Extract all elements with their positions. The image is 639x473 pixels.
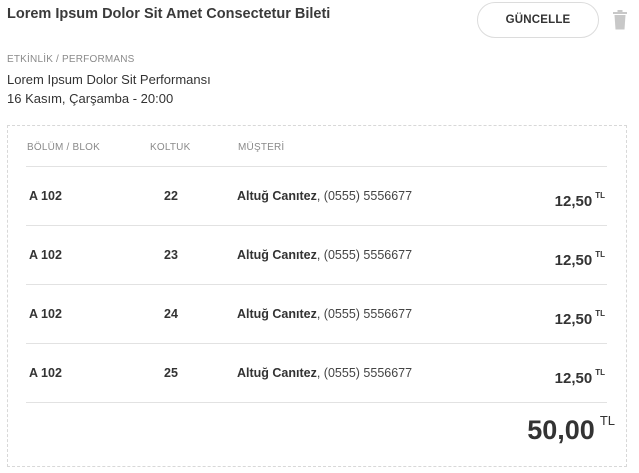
block-cell: A 102 (29, 307, 62, 321)
customer-cell: Altuğ Canıtez, (0555) 5556677 (237, 307, 412, 321)
customer-phone: , (0555) 5556677 (316, 189, 413, 203)
price-currency: TL (595, 309, 605, 318)
event-name: Lorem Ipsum Dolor Sit Performansı (7, 72, 211, 87)
seat-cell: 22 (164, 189, 178, 203)
divider (26, 343, 607, 344)
customer-cell: Altuğ Canıtez, (0555) 5556677 (237, 366, 412, 380)
customer-name: Altuğ Canıtez (237, 248, 317, 262)
divider (26, 284, 607, 285)
table-row: A 102 24 Altuğ Canıtez, (0555) 5556677 1… (26, 307, 607, 365)
customer-name: Altuğ Canıtez (237, 307, 317, 321)
customer-cell: Altuğ Canıtez, (0555) 5556677 (237, 189, 412, 203)
table-row: A 102 22 Altuğ Canıtez, (0555) 5556677 1… (26, 189, 607, 247)
total-value: 50,00 (527, 415, 595, 445)
price-cell: 12,50 TL (555, 368, 605, 387)
price-cell: 12,50 TL (555, 309, 605, 328)
customer-phone: , (0555) 5556677 (316, 307, 413, 321)
block-cell: A 102 (29, 248, 62, 262)
total-currency: TL (599, 413, 615, 428)
seat-cell: 25 (164, 366, 178, 380)
price-value: 12,50 (554, 252, 593, 269)
customer-phone: , (0555) 5556677 (316, 248, 413, 262)
column-header-seat: KOLTUK (150, 142, 191, 153)
seat-cell: 23 (164, 248, 178, 262)
ticket-title: Lorem Ipsum Dolor Sit Amet Consectetur B… (7, 6, 331, 22)
price-currency: TL (595, 191, 605, 200)
block-cell: A 102 (29, 189, 62, 203)
customer-name: Altuğ Canıtez (237, 189, 317, 203)
table-row: A 102 25 Altuğ Canıtez, (0555) 5556677 1… (26, 366, 607, 424)
price-value: 12,50 (554, 370, 593, 387)
trash-icon[interactable] (611, 10, 629, 30)
table-row: A 102 23 Altuğ Canıtez, (0555) 5556677 1… (26, 248, 607, 306)
price-value: 12,50 (554, 193, 593, 210)
update-button[interactable]: GÜNCELLE (477, 2, 599, 38)
divider (26, 225, 607, 226)
price-currency: TL (595, 368, 605, 377)
block-cell: A 102 (29, 366, 62, 380)
customer-cell: Altuğ Canıtez, (0555) 5556677 (237, 248, 412, 262)
price-value: 12,50 (554, 311, 593, 328)
divider (26, 166, 607, 167)
customer-name: Altuğ Canıtez (237, 366, 317, 380)
price-currency: TL (595, 250, 605, 259)
customer-phone: , (0555) 5556677 (316, 366, 413, 380)
seat-cell: 24 (164, 307, 178, 321)
event-date: 16 Kasım, Çarşamba - 20:00 (7, 91, 174, 106)
price-cell: 12,50 TL (555, 250, 605, 269)
event-section-label: ETKİNLİK / PERFORMANS (7, 54, 135, 65)
column-header-block: BÖLÜM / BLOK (27, 142, 100, 153)
column-header-customer: MÜŞTERİ (238, 142, 285, 153)
price-cell: 12,50 TL (555, 191, 605, 210)
total-amount: 50,00 TL (527, 413, 615, 446)
divider (26, 402, 607, 403)
